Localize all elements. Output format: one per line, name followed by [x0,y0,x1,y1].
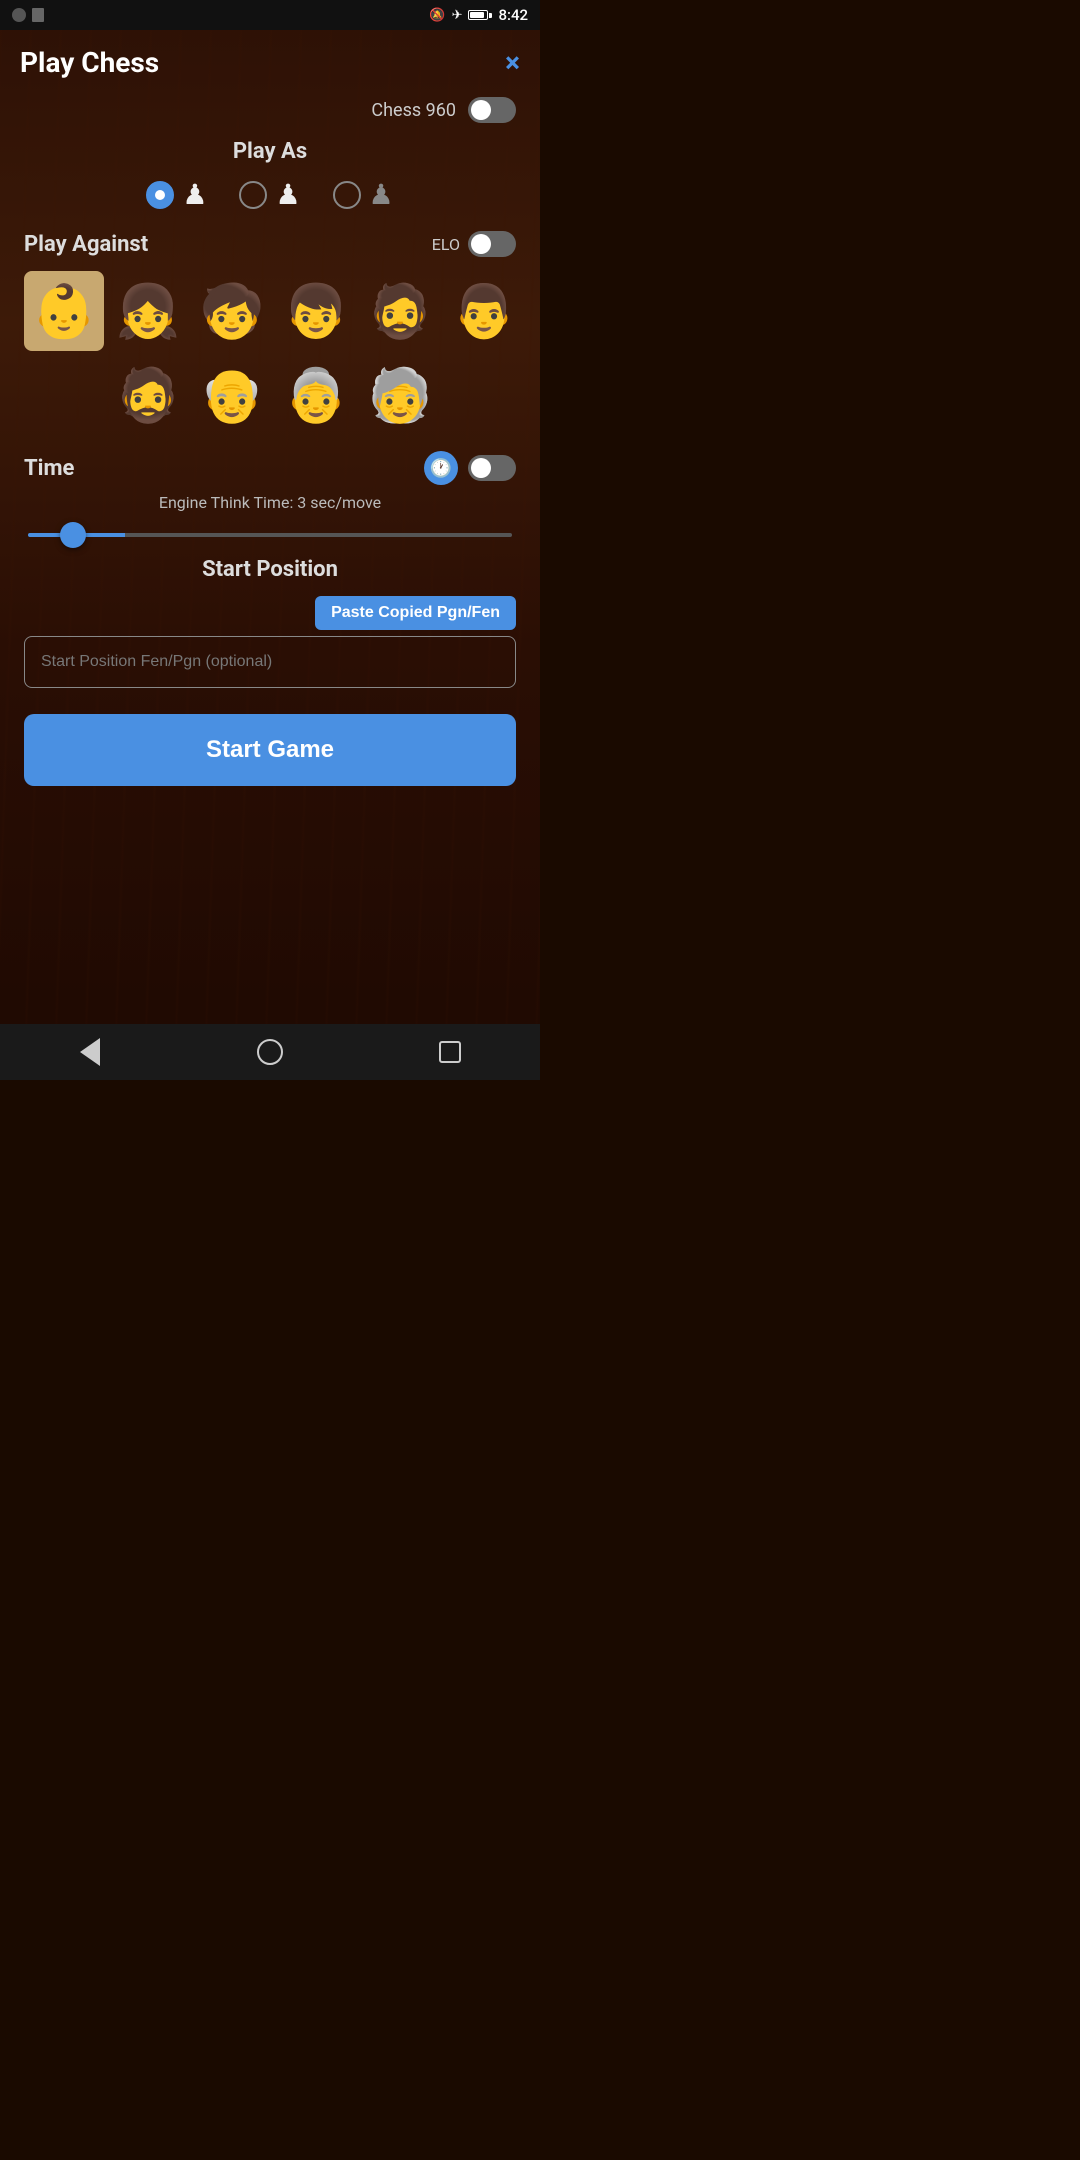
time-slider[interactable] [28,533,512,537]
back-button[interactable] [70,1032,110,1072]
play-as-white-selected[interactable]: ♟ [146,178,207,211]
start-position-section: Start Position Paste Copied Pgn/Fen [24,557,516,688]
battery-icon [468,10,492,20]
circle-icon [12,8,26,22]
time-toggle[interactable] [468,455,516,481]
play-as-options: ♟ ♟ ♟ [24,178,516,211]
paste-btn-row: Paste Copied Pgn/Fen [24,596,516,630]
play-as-section: Play As ♟ ♟ ♟ [24,139,516,211]
elo-toggle-knob [471,234,491,254]
avatar-8[interactable]: 👵 [276,355,356,435]
avatar-5[interactable]: 👨 [444,271,524,351]
airplane-icon: ✈ [452,8,463,23]
clock-icon: 🕐 [424,451,458,485]
paste-pgn-fen-button[interactable]: Paste Copied Pgn/Fen [315,596,516,630]
elo-label: ELO [432,235,460,254]
avatar-7[interactable]: 👴 [192,355,272,435]
radio-black [333,181,361,209]
back-icon [80,1038,100,1066]
bottom-nav [0,1024,540,1080]
recent-apps-icon [439,1041,461,1063]
notification-off-icon: 🔕 [429,8,445,23]
play-against-header: Play Against ELO [24,231,516,257]
start-position-title: Start Position [24,557,516,582]
toggle-knob [471,100,491,120]
time-section: Time 🕐 Engine Think Time: 3 sec/move [24,451,516,541]
recent-apps-button[interactable] [430,1032,470,1072]
close-button[interactable]: × [505,49,520,77]
fen-pgn-input[interactable] [24,636,516,688]
elo-toggle[interactable] [468,231,516,257]
home-button[interactable] [250,1032,290,1072]
home-icon [257,1039,283,1065]
page-title: Play Chess [20,46,159,79]
white-piece-icon: ♟ [182,178,207,211]
time-display: 8:42 [498,6,528,24]
avatar-3[interactable]: 👦 [276,271,356,351]
elo-row: ELO [432,231,516,257]
avatar-0[interactable]: 👶 [24,271,104,351]
avatar-row-2: 🧔 👴 👵 🧓 [24,355,516,435]
chess960-row: Chess 960 [24,87,516,139]
play-as-black[interactable]: ♟ [333,178,394,211]
black-piece-icon: ♟ [369,178,394,211]
time-header: Time 🕐 [24,451,516,485]
time-right: 🕐 [424,451,516,485]
sim-icon [32,8,44,22]
chess960-label: Chess 960 [371,100,456,121]
app-bar: Play Chess × [0,30,540,87]
avatars-grid: 👶 👧 🧒 👦 🧔 👨 🧔 👴 👵 🧓 [24,271,516,435]
white-piece-2-icon: ♟ [275,178,300,211]
avatar-row-1: 👶 👧 🧒 👦 🧔 👨 [24,271,516,351]
time-header-left: Time [24,456,74,481]
avatar-6[interactable]: 🧔 [108,355,188,435]
play-as-title: Play As [24,139,516,164]
time-slider-container [24,522,516,541]
time-toggle-knob [471,458,491,478]
engine-think-label: Engine Think Time: 3 sec/move [24,493,516,512]
start-game-button[interactable]: Start Game [24,714,516,786]
avatar-2[interactable]: 🧒 [192,271,272,351]
status-bar: 🔕 ✈ 8:42 [0,0,540,30]
content-area: Chess 960 Play As ♟ ♟ [0,87,540,1024]
avatar-1[interactable]: 👧 [108,271,188,351]
play-as-white[interactable]: ♟ [239,178,300,211]
chess960-toggle[interactable] [468,97,516,123]
avatar-4[interactable]: 🧔 [360,271,440,351]
radio-white [239,181,267,209]
time-title: Time [24,456,74,481]
radio-white-selected [146,181,174,209]
play-against-section: Play Against ELO 👶 👧 🧒 👦 🧔 👨 [24,231,516,435]
status-right: 🔕 ✈ 8:42 [429,6,528,24]
status-icons [12,8,44,22]
play-against-title: Play Against [24,232,148,257]
avatar-9[interactable]: 🧓 [360,355,440,435]
